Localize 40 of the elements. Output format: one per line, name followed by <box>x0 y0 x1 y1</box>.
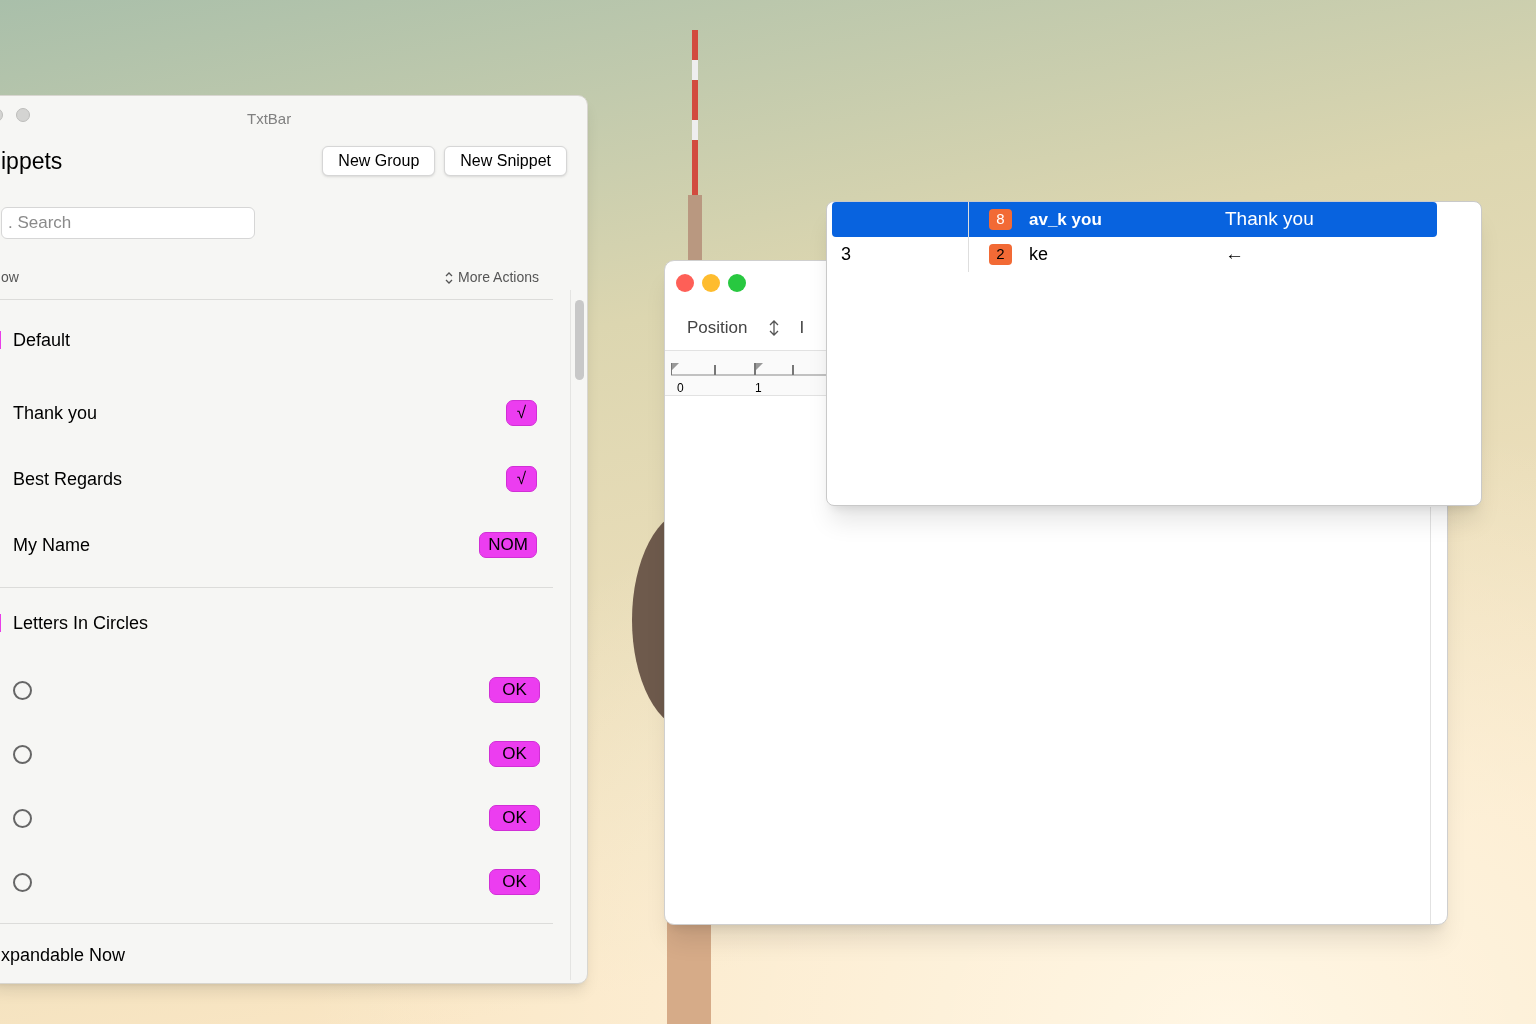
close-button[interactable] <box>676 274 694 292</box>
toolbar-label: I <box>799 316 805 339</box>
filter-label: ow <box>1 268 19 287</box>
abbreviation-text: av_k you <box>1029 208 1103 231</box>
snippet-label[interactable]: Thank you <box>13 399 98 427</box>
snippet-shortcut-badge: NOM <box>479 532 537 558</box>
row-index: 3 <box>841 243 851 266</box>
zoom-button[interactable] <box>728 274 746 292</box>
chevron-up-down-icon <box>445 271 454 284</box>
snippet-shortcut-badge: OK <box>489 805 540 831</box>
suggestion-row[interactable]: 3 2 ke ← <box>832 237 1437 272</box>
number-badge: 8 <box>989 209 1012 230</box>
snippet-shortcut-badge: √ <box>506 466 537 492</box>
stepper-icon[interactable] <box>769 319 780 336</box>
more-actions-button[interactable]: More Actions <box>445 267 539 288</box>
group-title[interactable]: xpandable Now <box>0 941 126 969</box>
snippet-shortcut-badge: √ <box>506 400 537 426</box>
minimize-button[interactable] <box>702 274 720 292</box>
toolbar-button[interactable]: New Group <box>322 146 436 176</box>
scrollbar-thumb[interactable] <box>575 300 584 380</box>
toolbar-label: Position <box>687 316 748 339</box>
suggestion-row[interactable]: 8 av_k you Thank you <box>832 202 1437 237</box>
page-heading: ippets <box>1 146 63 176</box>
window-button[interactable] <box>16 108 30 122</box>
ruler-label: 0 <box>677 380 684 397</box>
ruler-label: 1 <box>755 380 762 397</box>
snippet-shortcut-badge: OK <box>489 869 540 895</box>
group-title[interactable]: Letters In Circles <box>0 609 149 637</box>
abbreviation-text: ke <box>1029 243 1049 266</box>
snippet-shortcut-badge: OK <box>489 741 540 767</box>
snippet-label[interactable]: Best Regards <box>13 465 123 493</box>
expansion-text: Thank you <box>1225 207 1314 232</box>
toolbar-button[interactable]: New Snippet <box>444 146 567 176</box>
number-badge: 2 <box>989 244 1012 265</box>
group-title[interactable]: Default <box>0 326 71 354</box>
search-field[interactable]: . Search <box>1 207 255 239</box>
expansion-text: ← <box>1225 242 1244 267</box>
snippet-shortcut-badge: OK <box>489 677 540 703</box>
snippet-label[interactable]: My Name <box>13 531 90 559</box>
window-title: TxtBar <box>247 109 292 129</box>
